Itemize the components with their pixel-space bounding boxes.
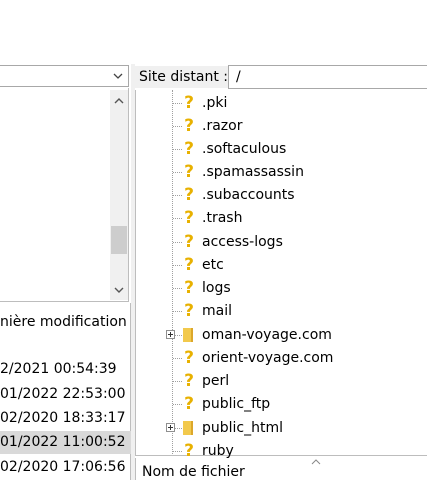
tree-connector bbox=[173, 311, 182, 312]
question-mark-icon: ? bbox=[184, 116, 194, 136]
tree-item-label: .razor bbox=[202, 118, 243, 134]
question-mark-icon: ? bbox=[184, 255, 194, 275]
remote-file-list-header[interactable]: Nom de fichier bbox=[135, 458, 427, 480]
question-mark-icon: ? bbox=[184, 232, 194, 252]
tree-connector bbox=[173, 358, 182, 359]
tree-item-label: access-logs bbox=[202, 234, 283, 250]
tree-item-label: perl bbox=[202, 373, 230, 389]
question-mark-icon: ? bbox=[184, 348, 194, 368]
tree-connector bbox=[173, 195, 182, 196]
top-area bbox=[0, 0, 427, 64]
tree-connector bbox=[173, 218, 182, 219]
tree-connector bbox=[173, 126, 182, 127]
plus-box-icon[interactable] bbox=[166, 423, 175, 432]
tree-item[interactable]: ? logs bbox=[0, 277, 427, 300]
question-mark-icon: ? bbox=[184, 394, 194, 414]
tree-item-label: .softaculous bbox=[202, 141, 287, 157]
tree-item-label: orient-voyage.com bbox=[202, 350, 334, 366]
question-mark-icon: ? bbox=[184, 162, 194, 182]
column-header-filename[interactable]: Nom de fichier bbox=[142, 463, 245, 480]
question-mark-icon: ? bbox=[184, 278, 194, 298]
tree-item[interactable]: ? .subaccounts bbox=[0, 184, 427, 207]
tree-item-label: .pki bbox=[202, 95, 228, 111]
tree-connector bbox=[173, 242, 182, 243]
tree-connector bbox=[173, 288, 182, 289]
folder-icon bbox=[183, 328, 193, 342]
tree-item[interactable]: ? .spamassassin bbox=[0, 161, 427, 184]
tree-item-label: etc bbox=[202, 257, 224, 273]
tree-item-label: logs bbox=[202, 280, 231, 296]
tree-item[interactable]: ? perl bbox=[0, 370, 427, 393]
tree-connector bbox=[173, 149, 182, 150]
tree-item[interactable]: ? public_ftp bbox=[0, 393, 427, 416]
tree-connector bbox=[173, 265, 182, 266]
tree-item-label: .trash bbox=[202, 210, 243, 226]
question-mark-icon: ? bbox=[184, 139, 194, 159]
tree-item-folder[interactable]: oman-voyage.com bbox=[0, 324, 427, 347]
tree-connector bbox=[173, 381, 182, 382]
tree-item-label: .spamassassin bbox=[202, 164, 304, 180]
tree-item[interactable]: ? .softaculous bbox=[0, 138, 427, 161]
folder-icon bbox=[183, 421, 193, 435]
question-mark-icon: ? bbox=[184, 208, 194, 228]
tree-item[interactable]: ? mail bbox=[0, 300, 427, 323]
chevron-down-icon[interactable] bbox=[112, 69, 124, 83]
tree-connector bbox=[173, 404, 182, 405]
tree-item[interactable]: ? .razor bbox=[0, 115, 427, 138]
question-mark-icon: ? bbox=[184, 93, 194, 113]
question-mark-icon: ? bbox=[184, 301, 194, 321]
plus-box-icon[interactable] bbox=[166, 330, 175, 339]
question-mark-icon: ? bbox=[184, 185, 194, 205]
tree-item[interactable]: ? etc bbox=[0, 254, 427, 277]
remote-site-label: Site distant : bbox=[135, 66, 231, 88]
tree-item-label: mail bbox=[202, 303, 232, 319]
tree-connector bbox=[173, 172, 182, 173]
tree-item-label: public_ftp bbox=[202, 396, 271, 412]
tree-item[interactable]: ? .trash bbox=[0, 207, 427, 230]
sort-ascending-icon bbox=[311, 459, 321, 465]
tree-item[interactable]: ? .pki bbox=[0, 92, 427, 115]
tree-item-folder[interactable]: public_html bbox=[0, 417, 427, 440]
ftp-client-window: nière modification 2/2021 00:54:39 01/20… bbox=[0, 0, 427, 480]
tree-item-label: public_html bbox=[202, 420, 284, 436]
tree-item[interactable]: ? access-logs bbox=[0, 231, 427, 254]
question-mark-icon: ? bbox=[184, 371, 194, 391]
local-site-combobox[interactable] bbox=[0, 65, 129, 87]
tree-item-label: oman-voyage.com bbox=[202, 327, 332, 343]
tree-item-label: .subaccounts bbox=[202, 187, 295, 203]
tree-item[interactable]: ? orient-voyage.com bbox=[0, 347, 427, 370]
tree-connector bbox=[173, 103, 182, 104]
tree-connector bbox=[173, 451, 182, 452]
remote-path-input[interactable]: / bbox=[228, 65, 427, 89]
